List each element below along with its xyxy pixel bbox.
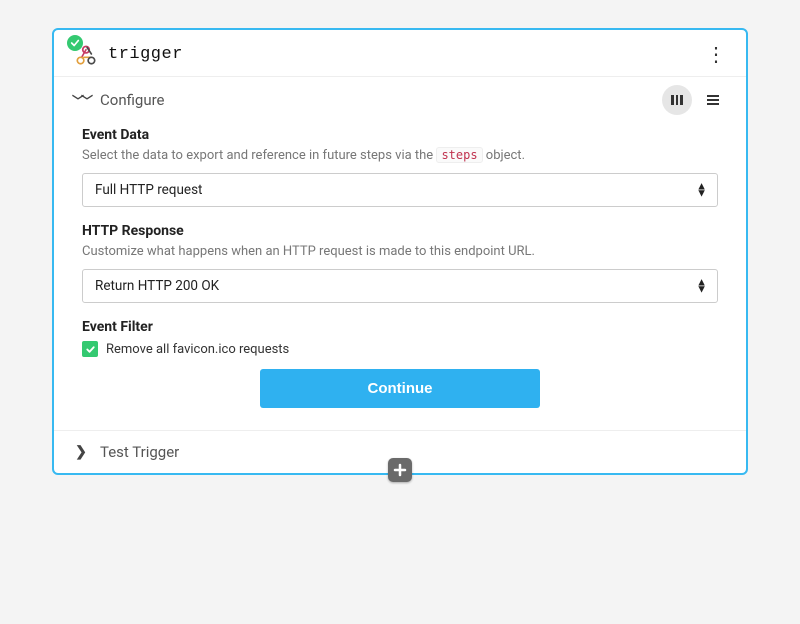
- add-step-button[interactable]: [388, 458, 412, 482]
- http-response-desc: Customize what happens when an HTTP requ…: [82, 243, 718, 261]
- event-filter-group: Event Filter Remove all favicon.ico requ…: [82, 319, 718, 357]
- test-trigger-title: Test Trigger: [100, 443, 179, 461]
- chevron-right-icon: ❯: [72, 444, 90, 460]
- steps-code: steps: [436, 147, 482, 163]
- trigger-step-card: trigger ⋮ ﹀﹀ Configure: [52, 28, 748, 475]
- more-menu-button[interactable]: ⋮: [704, 44, 728, 64]
- check-icon: [85, 344, 96, 355]
- event-data-desc: Select the data to export and reference …: [82, 147, 718, 165]
- view-tools: [662, 85, 728, 115]
- continue-button[interactable]: Continue: [260, 369, 540, 408]
- form-view-button[interactable]: [662, 85, 692, 115]
- plus-icon: [393, 463, 407, 477]
- configure-section: ﹀﹀ Configure: [54, 76, 746, 430]
- event-data-group: Event Data Select the data to export and…: [82, 127, 718, 207]
- event-data-desc-pre: Select the data to export and reference …: [82, 148, 436, 163]
- code-view-button[interactable]: [698, 85, 728, 115]
- webhook-logo: [72, 40, 100, 68]
- event-filter-title: Event Filter: [82, 319, 718, 335]
- chevron-collapse-icon: ﹀﹀: [72, 92, 90, 109]
- http-response-select[interactable]: Return HTTP 200 OK ▲▼: [82, 269, 718, 303]
- column-view-icon: [669, 92, 685, 108]
- configure-body: Event Data Select the data to export and…: [54, 123, 746, 430]
- http-response-title: HTTP Response: [82, 223, 718, 239]
- step-title: trigger: [108, 45, 183, 64]
- event-data-value: Full HTTP request: [95, 182, 202, 198]
- row-view-icon: [705, 92, 721, 108]
- card-header: trigger ⋮: [54, 30, 746, 76]
- check-icon: [70, 38, 80, 48]
- favicon-filter-label: Remove all favicon.ico requests: [106, 342, 289, 357]
- select-arrows-icon: ▲▼: [696, 280, 707, 293]
- favicon-filter-checkbox[interactable]: [82, 341, 98, 357]
- status-success-badge: [67, 35, 83, 51]
- configure-header[interactable]: ﹀﹀ Configure: [54, 77, 746, 123]
- configure-title: Configure: [100, 91, 165, 109]
- select-arrows-icon: ▲▼: [696, 184, 707, 197]
- event-data-select[interactable]: Full HTTP request ▲▼: [82, 173, 718, 207]
- event-data-title: Event Data: [82, 127, 718, 143]
- http-response-value: Return HTTP 200 OK: [95, 278, 219, 294]
- http-response-group: HTTP Response Customize what happens whe…: [82, 223, 718, 303]
- favicon-filter-row: Remove all favicon.ico requests: [82, 341, 718, 357]
- event-data-desc-post: object.: [483, 148, 525, 163]
